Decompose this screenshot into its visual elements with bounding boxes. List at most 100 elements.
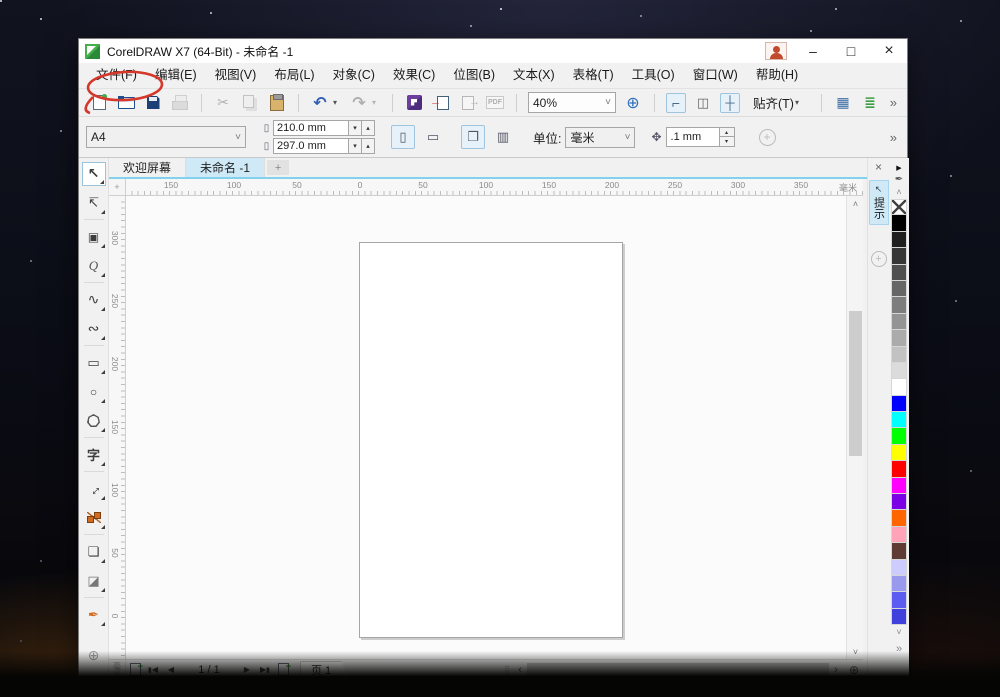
rectangle-tool[interactable] bbox=[82, 351, 106, 375]
minimize-button[interactable]: – bbox=[801, 42, 825, 60]
next-page-button[interactable]: ▶ bbox=[238, 661, 256, 679]
color-swatch[interactable] bbox=[891, 330, 907, 347]
outline-color-swatch[interactable] bbox=[157, 681, 176, 697]
connector-tool[interactable] bbox=[82, 506, 106, 530]
width-increment-button[interactable]: ▴ bbox=[362, 120, 375, 136]
add-page-after-button[interactable] bbox=[274, 661, 292, 679]
zoom-tool[interactable] bbox=[82, 254, 106, 278]
palette-eyedropper-icon[interactable]: ✒ bbox=[895, 174, 903, 185]
color-eyedropper-tool[interactable] bbox=[82, 603, 106, 627]
save-icon[interactable] bbox=[143, 93, 163, 113]
menu-item-编辑E[interactable]: 编辑(E) bbox=[146, 63, 206, 88]
first-page-button[interactable]: ◀ bbox=[144, 661, 162, 679]
color-swatch[interactable] bbox=[891, 215, 907, 232]
color-swatch[interactable] bbox=[891, 559, 907, 576]
vertical-scrollbar[interactable]: ˄ ˅ bbox=[846, 196, 863, 659]
drop-shadow-tool[interactable] bbox=[82, 540, 106, 564]
status-scroll-icon[interactable]: › bbox=[825, 683, 829, 695]
color-swatch[interactable] bbox=[891, 608, 907, 626]
color-swatch[interactable] bbox=[891, 575, 907, 593]
no-color-swatch[interactable] bbox=[891, 199, 907, 216]
color-swatch[interactable] bbox=[891, 280, 907, 298]
nudge-offset-field[interactable]: .1 mm bbox=[665, 127, 720, 147]
color-swatch[interactable] bbox=[891, 264, 907, 281]
color-swatch[interactable] bbox=[891, 379, 907, 396]
dimension-tool[interactable] bbox=[82, 477, 106, 501]
menu-item-窗口W[interactable]: 窗口(W) bbox=[684, 63, 747, 88]
color-swatch[interactable] bbox=[891, 526, 907, 544]
drag-handle[interactable]: ⣿ bbox=[504, 665, 511, 674]
portrait-button[interactable]: ▯ bbox=[391, 125, 415, 149]
toolbox-customize-icon[interactable]: ⊕ bbox=[82, 643, 106, 667]
palette-expand-icon[interactable]: » bbox=[896, 643, 902, 655]
app-launcher-icon[interactable] bbox=[404, 93, 424, 113]
undo-icon[interactable] bbox=[310, 93, 330, 113]
import-icon[interactable] bbox=[430, 93, 451, 113]
ruler-origin-icon[interactable]: + bbox=[109, 179, 126, 196]
palette-scroll-down-icon[interactable]: ˅ bbox=[896, 627, 901, 637]
color-swatch[interactable] bbox=[891, 395, 907, 413]
undo-dropdown-icon[interactable]: ▾ bbox=[333, 98, 342, 107]
menu-item-文本X[interactable]: 文本(X) bbox=[504, 63, 564, 88]
customize-icon[interactable] bbox=[860, 93, 880, 113]
vertical-scroll-thumb[interactable] bbox=[849, 311, 862, 456]
drawing-area[interactable] bbox=[126, 196, 846, 659]
shape-tool[interactable] bbox=[82, 191, 106, 215]
show-page-border-icon[interactable] bbox=[666, 92, 686, 113]
landscape-button[interactable]: ▭ bbox=[421, 125, 445, 149]
last-page-button[interactable]: ▶ bbox=[256, 661, 274, 679]
scroll-right-icon[interactable]: › bbox=[829, 664, 843, 676]
paste-icon[interactable] bbox=[267, 93, 287, 113]
polygon-tool[interactable] bbox=[82, 409, 106, 433]
color-swatch[interactable] bbox=[891, 248, 907, 265]
toolbox-more-icon[interactable]: » bbox=[82, 672, 106, 696]
menu-item-表格T[interactable]: 表格(T) bbox=[564, 63, 623, 88]
toolbar-overflow-button[interactable]: » bbox=[890, 95, 897, 110]
page-size-preset-select[interactable]: A4 ˅ bbox=[86, 126, 246, 148]
color-swatch[interactable] bbox=[891, 477, 907, 495]
zoom-level-select[interactable]: 40% ˅ bbox=[528, 92, 616, 113]
status-overflow-icon[interactable]: » bbox=[843, 683, 849, 695]
scroll-left-icon[interactable]: ‹ bbox=[513, 664, 527, 676]
color-swatch[interactable] bbox=[891, 428, 907, 445]
pick-tool[interactable] bbox=[81, 161, 106, 186]
menu-item-文件F[interactable]: 文件(F) bbox=[87, 63, 146, 88]
open-icon[interactable] bbox=[116, 93, 136, 113]
transparency-tool[interactable] bbox=[82, 569, 106, 593]
nudge-increment-button[interactable]: ▴ bbox=[719, 127, 735, 137]
hints-docker-tab[interactable]: ↖ 提示 bbox=[868, 180, 889, 225]
all-pages-layout-button[interactable]: ❐ bbox=[461, 125, 485, 149]
color-swatch[interactable] bbox=[891, 297, 907, 314]
preview-mode-icon[interactable] bbox=[693, 93, 713, 113]
scroll-back-icon[interactable]: ‹ bbox=[143, 683, 157, 695]
add-property-icon[interactable]: + bbox=[758, 128, 776, 146]
scroll-up-icon[interactable]: ˄ bbox=[847, 196, 864, 211]
menu-item-位图B[interactable]: 位图(B) bbox=[444, 63, 504, 88]
color-swatch[interactable] bbox=[891, 231, 907, 249]
color-swatch[interactable] bbox=[891, 313, 907, 331]
menu-item-布局L[interactable]: 布局(L) bbox=[265, 63, 323, 88]
page-width-field[interactable]: 210.0 mm bbox=[273, 120, 349, 136]
options-icon[interactable] bbox=[833, 93, 853, 113]
menu-item-工具O[interactable]: 工具(O) bbox=[623, 63, 684, 88]
palette-options-icon[interactable]: ▶ bbox=[896, 164, 901, 172]
current-page-layout-button[interactable]: ▥ bbox=[491, 125, 515, 149]
fill-color-swatch[interactable] bbox=[177, 681, 196, 697]
horizontal-scrollbar[interactable]: ‹ › bbox=[513, 661, 843, 678]
menu-item-对象C[interactable]: 对象(C) bbox=[324, 63, 384, 88]
height-decrement-button[interactable]: ▾ bbox=[349, 138, 362, 154]
close-docker-icon[interactable]: × bbox=[875, 160, 882, 174]
menu-item-视图V[interactable]: 视图(V) bbox=[206, 63, 266, 88]
artistic-media-tool[interactable] bbox=[82, 317, 106, 341]
add-docker-icon[interactable]: + bbox=[870, 251, 887, 267]
color-swatch[interactable] bbox=[891, 543, 907, 560]
palette-flyout-icon[interactable]: ▶ bbox=[113, 685, 127, 694]
page-height-field[interactable]: 297.0 mm bbox=[273, 138, 349, 154]
propbar-overflow-button[interactable]: » bbox=[890, 130, 897, 145]
new-document-tab-button[interactable]: + bbox=[267, 160, 290, 175]
eyedropper-icon[interactable]: ✒ bbox=[127, 684, 143, 695]
account-sign-in-icon[interactable] bbox=[765, 42, 787, 60]
document-tab-欢迎屏幕[interactable]: 欢迎屏幕 bbox=[109, 158, 187, 177]
color-swatch[interactable] bbox=[891, 362, 907, 380]
color-swatch[interactable] bbox=[891, 494, 907, 511]
